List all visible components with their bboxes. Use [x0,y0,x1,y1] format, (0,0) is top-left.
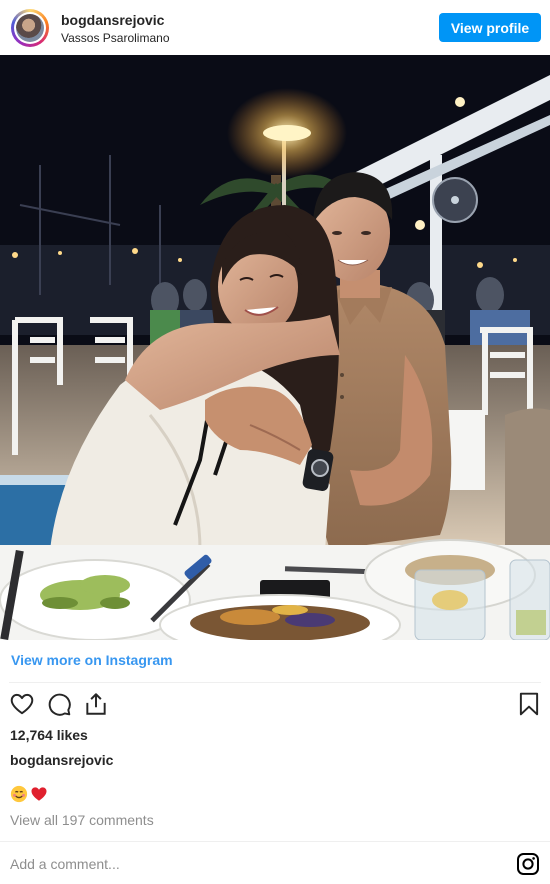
divider [9,682,541,683]
view-profile-button[interactable]: View profile [439,13,541,42]
bookmark-icon[interactable] [516,691,542,717]
view-all-comments-link[interactable]: View all 197 comments [10,812,154,828]
avatar[interactable] [11,9,49,47]
smiling-face-with-hearts-icon [10,785,28,808]
post-photo[interactable] [0,55,550,640]
heart-icon[interactable] [9,691,35,717]
comment-icon[interactable] [46,691,72,717]
divider [0,841,550,842]
post-header: bogdansrejovic Vassos Psarolimano View p… [0,0,550,55]
red-heart-icon [30,785,48,808]
caption-emojis [10,785,48,808]
location[interactable]: Vassos Psarolimano [61,31,170,45]
likes-count[interactable]: 12,764 likes [10,727,88,743]
view-more-link[interactable]: View more on Instagram [11,652,173,668]
username[interactable]: bogdansrejovic [61,12,164,28]
caption-username[interactable]: bogdansrejovic [10,752,113,768]
share-icon[interactable] [83,691,109,717]
add-comment-field[interactable]: Add a comment... [10,856,120,872]
instagram-icon[interactable] [516,852,540,876]
